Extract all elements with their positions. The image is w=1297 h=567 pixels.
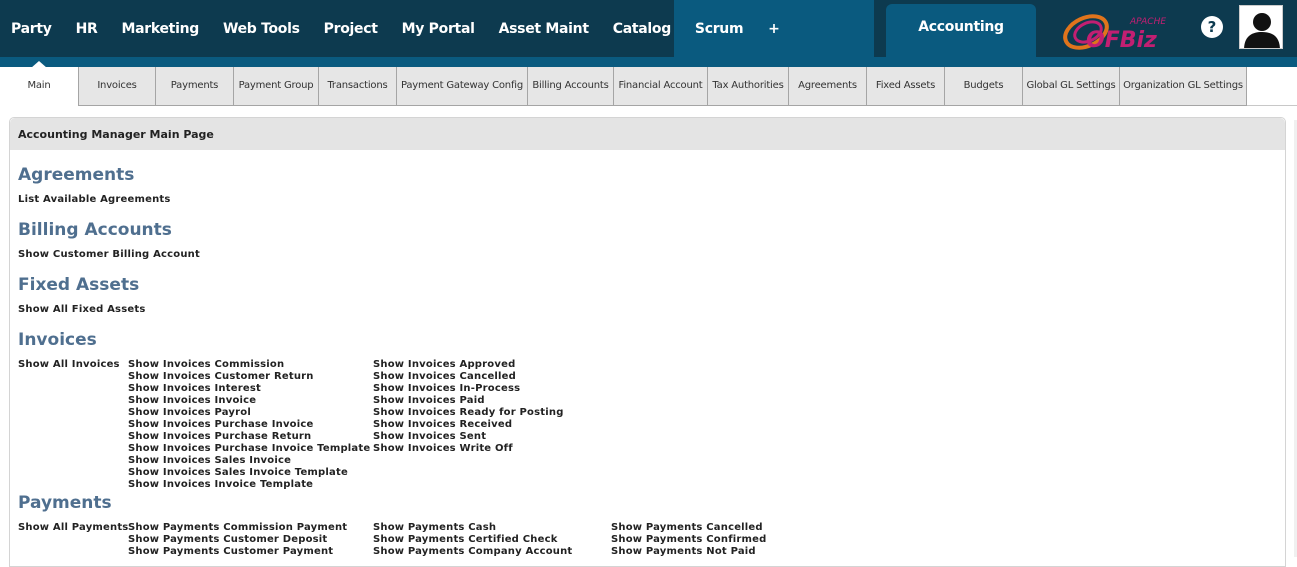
link-invoice-type[interactable]: Show Invoices Invoice Template [128, 479, 313, 490]
link-payment-method[interactable]: Show Payments Certified Check [373, 534, 558, 545]
tab-billing-accounts[interactable]: Billing Accounts [527, 67, 614, 106]
section-title-billing-accounts: Billing Accounts [18, 220, 172, 240]
link-invoice-type[interactable]: Show Invoices Payrol [128, 407, 251, 418]
link-invoice-status[interactable]: Show Invoices Ready for Posting [373, 407, 564, 418]
link-payment-status[interactable]: Show Payments Cancelled [611, 522, 763, 533]
tab-payments[interactable]: Payments [155, 67, 234, 106]
link-invoice-type[interactable]: Show Invoices Customer Return [128, 371, 314, 382]
nav-my-portal[interactable]: My Portal [402, 21, 475, 37]
link-invoice-type[interactable]: Show Invoices Invoice [128, 395, 256, 406]
page-title: Accounting Manager Main Page [18, 128, 214, 141]
link-show-all-payments[interactable]: Show All Payments [18, 522, 128, 533]
tab-global-gl-settings[interactable]: Global GL Settings [1022, 67, 1120, 106]
nav-scrum[interactable]: Scrum [695, 21, 744, 37]
link-invoice-type[interactable]: Show Invoices Purchase Invoice Template [128, 443, 370, 454]
link-show-customer-billing-account[interactable]: Show Customer Billing Account [18, 249, 200, 260]
link-invoice-status[interactable]: Show Invoices Paid [373, 395, 485, 406]
link-invoice-type[interactable]: Show Invoices Purchase Invoice [128, 419, 313, 430]
nav-party[interactable]: Party [11, 21, 52, 37]
tab-payment-group[interactable]: Payment Group [233, 67, 319, 106]
add-app-button[interactable]: + [760, 18, 788, 40]
link-payment-status[interactable]: Show Payments Confirmed [611, 534, 766, 545]
nav-marketing[interactable]: Marketing [121, 21, 199, 37]
user-avatar[interactable] [1239, 5, 1283, 49]
user-silhouette-icon [1244, 13, 1280, 48]
link-payment-status[interactable]: Show Payments Not Paid [611, 546, 756, 557]
link-payment-method[interactable]: Show Payments Cash [373, 522, 496, 533]
link-invoice-type[interactable]: Show Invoices Interest [128, 383, 261, 394]
accounting-sub-menu: Main Invoices Payments Payment Group Tra… [0, 67, 1297, 106]
main-content-panel: Accounting Manager Main Page Agreements … [9, 117, 1286, 567]
link-show-all-fixed-assets[interactable]: Show All Fixed Assets [18, 304, 145, 315]
link-invoice-type[interactable]: Show Invoices Sales Invoice Template [128, 467, 348, 478]
help-icon[interactable]: ? [1201, 16, 1223, 38]
section-title-payments: Payments [18, 493, 112, 513]
tab-tax-authorities[interactable]: Tax Authorities [707, 67, 789, 106]
link-payment-method[interactable]: Show Payments Company Account [373, 546, 572, 557]
link-invoice-status[interactable]: Show Invoices Received [373, 419, 512, 430]
tab-invoices[interactable]: Invoices [78, 67, 156, 106]
tab-payment-gateway-config[interactable]: Payment Gateway Config [396, 67, 528, 106]
link-invoice-status[interactable]: Show Invoices Approved [373, 359, 515, 370]
tab-budgets[interactable]: Budgets [944, 67, 1023, 106]
nav-web-tools[interactable]: Web Tools [223, 21, 300, 37]
link-invoice-status[interactable]: Show Invoices Write Off [373, 443, 513, 454]
link-payment-type[interactable]: Show Payments Customer Payment [128, 546, 333, 557]
tab-transactions[interactable]: Transactions [318, 67, 397, 106]
section-title-invoices: Invoices [18, 330, 97, 350]
panel-header: Accounting Manager Main Page [10, 118, 1285, 150]
app-nav-bar: Party HR Marketing Web Tools Project My … [0, 0, 744, 57]
logo-apache-text: APACHE [1129, 17, 1166, 27]
link-payment-type[interactable]: Show Payments Customer Deposit [128, 534, 327, 545]
section-title-fixed-assets: Fixed Assets [18, 275, 140, 295]
link-invoice-type[interactable]: Show Invoices Commission [128, 359, 284, 370]
tab-organization-gl-settings[interactable]: Organization GL Settings [1119, 67, 1247, 106]
menu-divider-strip [0, 57, 1297, 67]
tab-main[interactable]: Main [0, 67, 78, 106]
link-invoice-status[interactable]: Show Invoices In-Process [373, 383, 520, 394]
active-app-accounting[interactable]: Accounting [886, 4, 1036, 57]
tab-fixed-assets[interactable]: Fixed Assets [866, 67, 945, 106]
nav-asset-maint[interactable]: Asset Maint [499, 21, 589, 37]
link-invoice-type[interactable]: Show Invoices Sales Invoice [128, 455, 291, 466]
ofbiz-logo[interactable]: APACHE OFBiz [1060, 8, 1185, 52]
link-invoice-status[interactable]: Show Invoices Cancelled [373, 371, 516, 382]
logo-ofbiz-text: OFBiz [1086, 28, 1157, 52]
nav-project[interactable]: Project [324, 21, 378, 37]
link-list-available-agreements[interactable]: List Available Agreements [18, 194, 171, 205]
section-title-agreements: Agreements [18, 165, 135, 185]
nav-hr[interactable]: HR [76, 21, 98, 37]
tab-agreements[interactable]: Agreements [788, 67, 867, 106]
link-payment-type[interactable]: Show Payments Commission Payment [128, 522, 347, 533]
link-show-all-invoices[interactable]: Show All Invoices [18, 359, 120, 370]
tab-financial-account[interactable]: Financial Account [613, 67, 708, 106]
nav-catalog[interactable]: Catalog [613, 21, 672, 37]
link-invoice-type[interactable]: Show Invoices Purchase Return [128, 431, 311, 442]
link-invoice-status[interactable]: Show Invoices Sent [373, 431, 486, 442]
